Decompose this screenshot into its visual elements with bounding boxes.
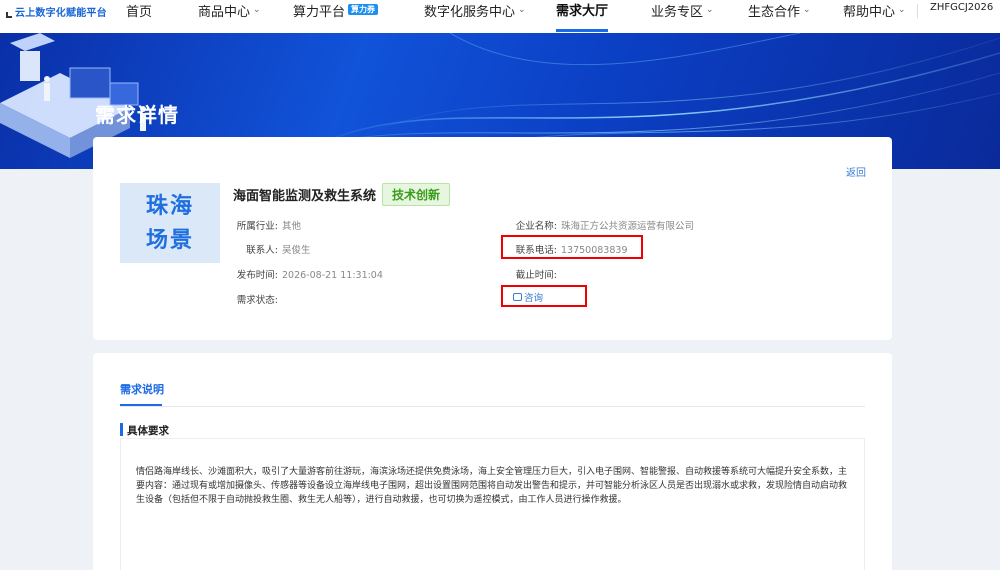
industry-value: 其他: [282, 221, 302, 232]
nav-item-demand-hall[interactable]: 需求大厅: [556, 0, 609, 33]
status-label: 需求状态:: [236, 295, 278, 306]
back-link[interactable]: 返回: [846, 164, 866, 179]
nav-item-label: 算力平台: [293, 5, 346, 20]
tab-divider: [120, 406, 865, 407]
nav-item-compute[interactable]: 算力平台 算力券: [293, 0, 379, 33]
demand-title-row: 海面智能监测及救生系统 技术创新: [233, 183, 451, 206]
nav-item-products[interactable]: 商品中心 ⌄: [198, 0, 261, 33]
nav-item-label: 业务专区: [651, 5, 704, 20]
chevron-down-icon: ⌄: [898, 5, 906, 15]
tab-demand-description[interactable]: 需求说明: [120, 381, 164, 404]
contact-label: 联系人:: [246, 245, 278, 256]
logo-text: 云上数字化赋能平台: [15, 8, 107, 19]
publish-time-value: 2026-08-21 11:31:04: [282, 270, 383, 281]
chevron-down-icon: ⌄: [518, 5, 526, 15]
status-field: 需求状态:: [233, 292, 282, 306]
thumbnail-line-1: 珠海: [145, 193, 194, 219]
deadline-field: 截止时间:: [505, 267, 561, 281]
user-account[interactable]: ZHFGCJ2026: [930, 2, 993, 13]
nav-item-label: 首页: [126, 5, 153, 20]
industry-field: 所属行业: 其他: [233, 218, 301, 232]
contact-field: 联系人: 吴俊生: [233, 242, 311, 256]
publish-time-label: 发布时间:: [236, 270, 278, 281]
demand-thumbnail: 珠海 场景: [120, 183, 220, 263]
category-badge: 技术创新: [382, 183, 451, 206]
nav-item-business-zone[interactable]: 业务专区 ⌄: [651, 0, 714, 33]
logo-icon: [6, 11, 12, 18]
page-title: 需求详情: [95, 103, 179, 127]
nav-item-help[interactable]: 帮助中心 ⌄: [843, 0, 906, 33]
top-nav: 云上数字化赋能平台 首页 商品中心 ⌄ 算力平台 算力券 数字化服务中心 ⌄ 需…: [0, 0, 1000, 33]
demand-description-card: 需求说明 具体要求 情侣路海岸线长、沙滩面积大，吸引了大量游客前往游玩，海滨泳场…: [93, 353, 892, 570]
industry-label: 所属行业:: [236, 221, 278, 232]
company-value: 珠海正方公共资源运营有限公司: [561, 221, 695, 232]
thumbnail-line-2: 场景: [145, 227, 194, 253]
company-label: 企业名称:: [515, 221, 557, 232]
nav-item-label: 需求大厅: [556, 4, 609, 19]
nav-item-label: 商品中心: [198, 5, 251, 20]
consult-highlight-box: [501, 285, 587, 307]
demand-title: 海面智能监测及救生系统: [233, 189, 377, 204]
compute-voucher-tag: 算力券: [348, 4, 379, 15]
nav-item-label: 生态合作: [748, 5, 801, 20]
chevron-down-icon: ⌄: [706, 5, 714, 15]
demand-detail-card: 返回 珠海 场景 海面智能监测及救生系统 技术创新 所属行业: 其他 联系人: 吴俊…: [93, 137, 892, 340]
deadline-label: 截止时间:: [515, 270, 557, 281]
logo[interactable]: 云上数字化赋能平台: [6, 4, 107, 19]
nav-item-label: 数字化服务中心: [424, 5, 516, 20]
contact-value: 吴俊生: [282, 245, 311, 256]
description-box: 情侣路海岸线长、沙滩面积大，吸引了大量游客前往游玩，海滨泳场还提供免费泳场，海上…: [120, 438, 865, 570]
chevron-down-icon: ⌄: [803, 5, 811, 15]
phone-highlight-box: [501, 235, 643, 259]
publish-time-field: 发布时间: 2026-08-21 11:31:04: [233, 267, 383, 281]
nav-item-label: 帮助中心: [843, 5, 896, 20]
nav-item-digital-services[interactable]: 数字化服务中心 ⌄: [424, 0, 526, 33]
description-text: 情侣路海岸线长、沙滩面积大，吸引了大量游客前往游玩，海滨泳场还提供免费泳场，海上…: [136, 467, 848, 505]
section-title: 具体要求: [127, 425, 169, 437]
section-marker: [120, 423, 123, 436]
chevron-down-icon: ⌄: [253, 5, 261, 15]
nav-item-ecosystem[interactable]: 生态合作 ⌄: [748, 0, 811, 33]
nav-item-home[interactable]: 首页: [126, 0, 152, 33]
nav-divider: [917, 4, 918, 18]
company-field: 企业名称: 珠海正方公共资源运营有限公司: [505, 218, 694, 232]
